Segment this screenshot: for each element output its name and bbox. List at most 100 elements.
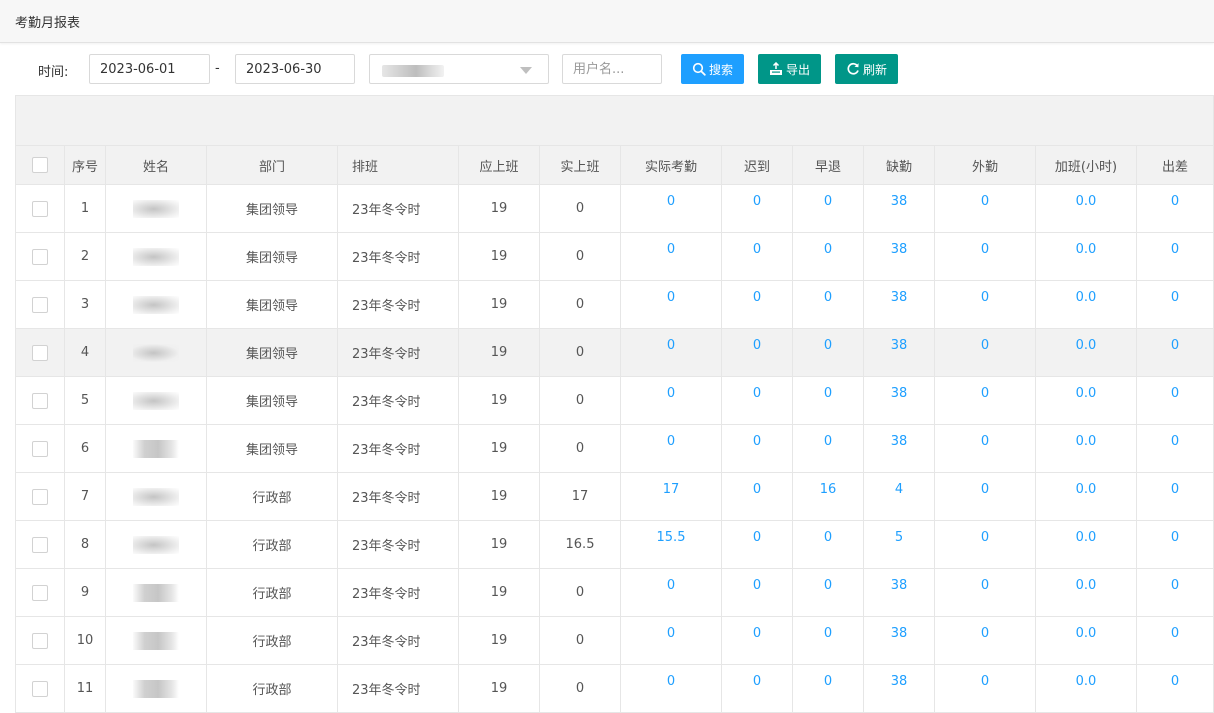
column-header[interactable]: 实上班 (539, 145, 621, 185)
cell-absent-link[interactable]: 38 (863, 232, 935, 281)
column-header[interactable]: 外勤 (934, 145, 1036, 185)
cell-early-leave-link[interactable]: 0 (792, 616, 864, 665)
cell-early-leave-link[interactable]: 16 (792, 472, 864, 521)
row-checkbox[interactable] (32, 488, 48, 505)
cell-overtime-link[interactable]: 0.0 (1035, 664, 1137, 713)
row-checkbox[interactable] (32, 296, 48, 313)
cell-field-work-link[interactable]: 0 (934, 472, 1036, 521)
cell-attendance-link[interactable]: 17 (620, 472, 722, 521)
table-row[interactable]: 6 集团领导 23年冬令时 19 0 0 0 0 38 0 0.0 0 (15, 424, 1214, 473)
cell-overtime-link[interactable]: 0.0 (1035, 520, 1137, 569)
cell-business-trip-link[interactable]: 0 (1136, 568, 1214, 617)
table-row[interactable]: 8 行政部 23年冬令时 19 16.5 15.5 0 0 5 0 0.0 0 (15, 520, 1214, 569)
cell-absent-link[interactable]: 4 (863, 472, 935, 521)
cell-business-trip-link[interactable]: 0 (1136, 280, 1214, 329)
cell-business-trip-link[interactable]: 0 (1136, 520, 1214, 569)
cell-overtime-link[interactable]: 0.0 (1035, 616, 1137, 665)
cell-absent-link[interactable]: 5 (863, 520, 935, 569)
column-header[interactable]: 缺勤 (863, 145, 935, 185)
cell-overtime-link[interactable]: 0.0 (1035, 328, 1137, 377)
cell-early-leave-link[interactable]: 0 (792, 376, 864, 425)
table-row[interactable]: 1 集团领导 23年冬令时 19 0 0 0 0 38 0 0.0 0 (15, 184, 1214, 233)
cell-absent-link[interactable]: 38 (863, 376, 935, 425)
end-date-input[interactable] (235, 54, 355, 84)
table-row[interactable]: 10 行政部 23年冬令时 19 0 0 0 0 38 0 0.0 0 (15, 616, 1214, 665)
cell-early-leave-link[interactable]: 0 (792, 232, 864, 281)
cell-attendance-link[interactable]: 0 (620, 280, 722, 329)
column-header[interactable]: 迟到 (721, 145, 793, 185)
refresh-button[interactable]: 刷新 (835, 54, 898, 84)
row-checkbox[interactable] (32, 584, 48, 601)
column-header[interactable]: 实际考勤 (620, 145, 722, 185)
cell-field-work-link[interactable]: 0 (934, 280, 1036, 329)
cell-absent-link[interactable]: 38 (863, 424, 935, 473)
username-input[interactable] (562, 54, 662, 84)
row-checkbox[interactable] (32, 344, 48, 361)
cell-overtime-link[interactable]: 0.0 (1035, 376, 1137, 425)
cell-field-work-link[interactable]: 0 (934, 664, 1036, 713)
row-checkbox[interactable] (32, 248, 48, 265)
cell-overtime-link[interactable]: 0.0 (1035, 472, 1137, 521)
cell-field-work-link[interactable]: 0 (934, 232, 1036, 281)
cell-early-leave-link[interactable]: 0 (792, 664, 864, 713)
cell-attendance-link[interactable]: 0 (620, 376, 722, 425)
row-checkbox[interactable] (32, 440, 48, 457)
row-checkbox[interactable] (32, 536, 48, 553)
column-header[interactable]: 排班 (337, 145, 459, 185)
search-button[interactable]: 搜索 (681, 54, 744, 84)
cell-overtime-link[interactable]: 0.0 (1035, 232, 1137, 281)
cell-late-link[interactable]: 0 (721, 424, 793, 473)
cell-absent-link[interactable]: 38 (863, 664, 935, 713)
cell-overtime-link[interactable]: 0.0 (1035, 424, 1137, 473)
cell-absent-link[interactable]: 38 (863, 184, 935, 233)
row-checkbox[interactable] (32, 200, 48, 217)
cell-attendance-link[interactable]: 15.5 (620, 520, 722, 569)
table-row[interactable]: 11 行政部 23年冬令时 19 0 0 0 0 38 0 0.0 0 (15, 664, 1214, 713)
cell-late-link[interactable]: 0 (721, 664, 793, 713)
cell-field-work-link[interactable]: 0 (934, 616, 1036, 665)
cell-attendance-link[interactable]: 0 (620, 232, 722, 281)
column-header[interactable]: 姓名 (105, 145, 207, 185)
cell-attendance-link[interactable]: 0 (620, 424, 722, 473)
column-header[interactable]: 出差 (1136, 145, 1214, 185)
cell-business-trip-link[interactable]: 0 (1136, 472, 1214, 521)
cell-field-work-link[interactable]: 0 (934, 520, 1036, 569)
cell-field-work-link[interactable]: 0 (934, 424, 1036, 473)
cell-business-trip-link[interactable]: 0 (1136, 616, 1214, 665)
cell-field-work-link[interactable]: 0 (934, 328, 1036, 377)
cell-attendance-link[interactable]: 0 (620, 328, 722, 377)
table-row[interactable]: 7 行政部 23年冬令时 19 17 17 0 16 4 0 0.0 0 (15, 472, 1214, 521)
cell-late-link[interactable]: 0 (721, 280, 793, 329)
cell-business-trip-link[interactable]: 0 (1136, 424, 1214, 473)
cell-early-leave-link[interactable]: 0 (792, 328, 864, 377)
start-date-input[interactable] (89, 54, 210, 84)
column-header[interactable]: 部门 (206, 145, 338, 185)
export-button[interactable]: 导出 (758, 54, 821, 84)
row-checkbox[interactable] (32, 392, 48, 409)
cell-late-link[interactable]: 0 (721, 520, 793, 569)
cell-field-work-link[interactable]: 0 (934, 376, 1036, 425)
cell-late-link[interactable]: 0 (721, 376, 793, 425)
cell-late-link[interactable]: 0 (721, 616, 793, 665)
cell-field-work-link[interactable]: 0 (934, 568, 1036, 617)
cell-absent-link[interactable]: 38 (863, 280, 935, 329)
cell-absent-link[interactable]: 38 (863, 616, 935, 665)
row-checkbox[interactable] (32, 680, 48, 697)
select-all-checkbox[interactable] (32, 157, 48, 173)
cell-business-trip-link[interactable]: 0 (1136, 328, 1214, 377)
cell-early-leave-link[interactable]: 0 (792, 568, 864, 617)
cell-attendance-link[interactable]: 0 (620, 616, 722, 665)
cell-late-link[interactable]: 0 (721, 568, 793, 617)
row-checkbox[interactable] (32, 632, 48, 649)
cell-early-leave-link[interactable]: 0 (792, 280, 864, 329)
column-header[interactable]: 序号 (64, 145, 106, 185)
cell-attendance-link[interactable]: 0 (620, 664, 722, 713)
column-header[interactable]: 加班(小时) (1035, 145, 1137, 185)
table-row[interactable]: 2 集团领导 23年冬令时 19 0 0 0 0 38 0 0.0 0 (15, 232, 1214, 281)
cell-early-leave-link[interactable]: 0 (792, 424, 864, 473)
cell-overtime-link[interactable]: 0.0 (1035, 280, 1137, 329)
cell-overtime-link[interactable]: 0.0 (1035, 568, 1137, 617)
column-header[interactable]: 应上班 (458, 145, 540, 185)
department-select[interactable] (369, 54, 549, 84)
cell-overtime-link[interactable]: 0.0 (1035, 184, 1137, 233)
